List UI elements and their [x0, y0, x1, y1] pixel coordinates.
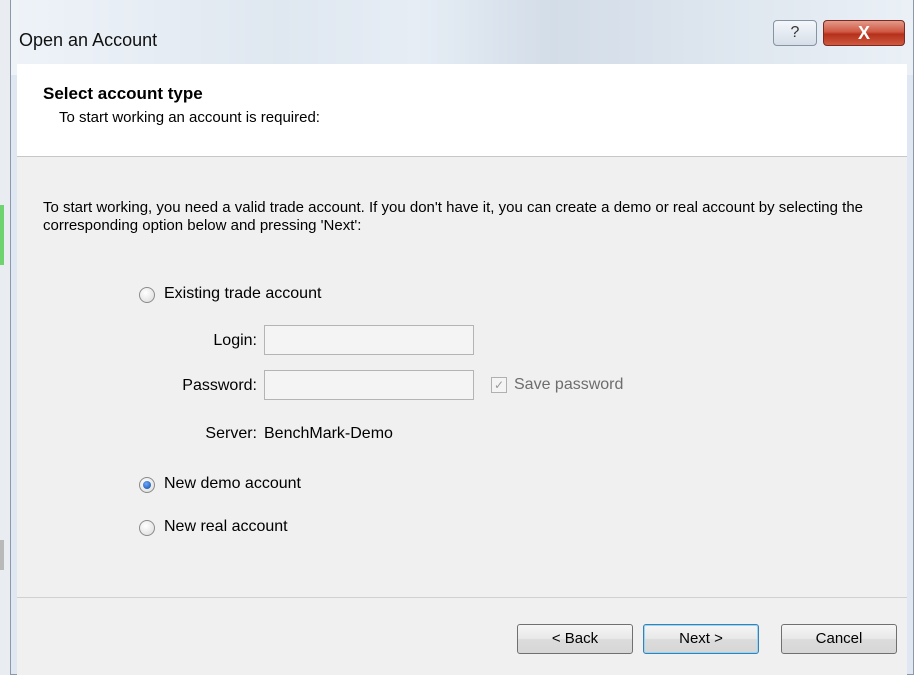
- real-account-label[interactable]: New real account: [164, 518, 288, 536]
- back-button[interactable]: < Back: [517, 624, 633, 654]
- save-password-checkbox[interactable]: ✓: [491, 377, 507, 393]
- header-subtitle: To start working an account is required:: [59, 109, 320, 126]
- checkmark-icon: ✓: [493, 378, 505, 392]
- save-password-label[interactable]: Save password: [514, 376, 623, 394]
- window-title: Open an Account: [19, 30, 158, 50]
- password-input[interactable]: [264, 370, 474, 400]
- demo-account-label[interactable]: New demo account: [164, 475, 301, 493]
- dialog-client-area: Select account type To start working an …: [17, 64, 907, 675]
- help-button[interactable]: ?: [773, 20, 817, 46]
- footer-divider: [17, 597, 907, 598]
- next-button[interactable]: Next >: [643, 624, 759, 654]
- cancel-button[interactable]: Cancel: [781, 624, 897, 654]
- close-button[interactable]: X: [823, 20, 905, 46]
- login-input[interactable]: [264, 325, 474, 355]
- background-accent: [0, 540, 4, 570]
- description-text: To start working, you need a valid trade…: [43, 199, 864, 234]
- help-icon: ?: [790, 24, 800, 41]
- existing-account-label[interactable]: Existing trade account: [164, 285, 321, 303]
- dialog-window: Open an Account ? X Select account type …: [10, 0, 914, 675]
- background-accent: [0, 205, 4, 265]
- password-label: Password:: [182, 377, 257, 394]
- close-icon: X: [857, 23, 870, 43]
- real-account-radio[interactable]: [139, 520, 155, 536]
- background-left-strip: [0, 0, 10, 675]
- header-title: Select account type: [43, 84, 203, 103]
- server-label: Server:: [205, 425, 257, 442]
- login-label: Login:: [213, 332, 257, 349]
- existing-account-radio[interactable]: [139, 287, 155, 303]
- server-value: BenchMark-Demo: [264, 425, 393, 442]
- demo-account-radio[interactable]: [139, 477, 155, 493]
- wizard-header: Select account type To start working an …: [17, 64, 907, 157]
